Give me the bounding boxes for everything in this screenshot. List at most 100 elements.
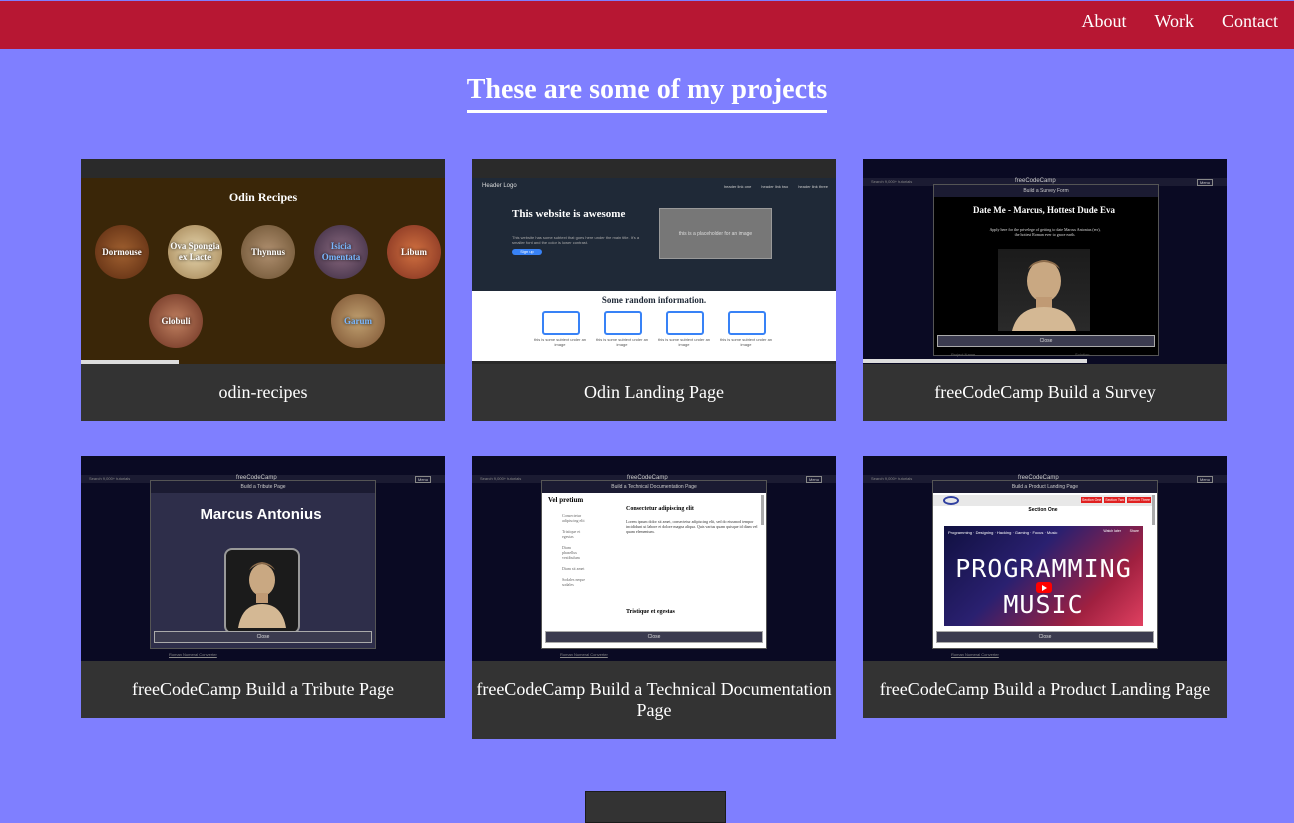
logo-icon bbox=[943, 496, 959, 505]
tribute-modal-title: Build a Tribute Page bbox=[151, 481, 375, 493]
landing-info-text: this is some subtext under an image bbox=[595, 337, 649, 347]
video-watch-later: Watch later bbox=[1103, 529, 1121, 533]
project-screenshot[interactable]: Search 9,000+ tutorials freeCodeCamp Men… bbox=[863, 159, 1227, 364]
project-card-fcc-tribute[interactable]: Search 9,000+ tutorials freeCodeCamp Men… bbox=[81, 456, 445, 718]
fcc-footer-link: Roman Numeral Converter bbox=[169, 652, 217, 657]
techdoc-nav-item: Tristique et egestas bbox=[562, 529, 581, 539]
tribute-modal: Build a Tribute Page Marcus Antonius Clo… bbox=[150, 480, 376, 649]
show-more-button[interactable] bbox=[585, 791, 726, 823]
techdoc-nav-item: Sodales neque sodales bbox=[562, 577, 585, 587]
fcc-footer-right: Solution bbox=[1075, 352, 1090, 357]
bust-illustration bbox=[1012, 260, 1076, 331]
project-screenshot[interactable]: Search 9,000+ tutorials freeCodeCamp Men… bbox=[81, 456, 445, 661]
project-screenshot[interactable]: Search 9,000+ tutorials freeCodeCamp Men… bbox=[863, 456, 1227, 661]
fcc-search: Search 9,000+ tutorials bbox=[871, 476, 913, 481]
play-triangle bbox=[1042, 585, 1047, 591]
landing-nav: header link one header link two header l… bbox=[724, 184, 828, 189]
landing-info: Some random information. this is some su… bbox=[472, 291, 836, 361]
recipe-globuli: Globuli bbox=[149, 294, 203, 348]
nav-work-link[interactable]: Work bbox=[1154, 11, 1194, 32]
nav-about-link[interactable]: About bbox=[1081, 11, 1126, 32]
bust-image bbox=[998, 249, 1090, 331]
scrollbar bbox=[1152, 495, 1155, 525]
bust-illustration bbox=[238, 562, 286, 628]
techdoc-nav: Consectetur adipiscing elit Tristique et… bbox=[562, 513, 586, 587]
landing-nav-link: header link one bbox=[723, 184, 752, 189]
project-screenshot[interactable]: Search 9,000+ tutorials freeCodeCamp Men… bbox=[472, 456, 836, 661]
project-title: freeCodeCamp Build a Survey bbox=[934, 382, 1156, 402]
techdoc-modal-title: Build a Technical Documentation Page bbox=[542, 481, 766, 493]
recipe-ova: Ova Spongia ex Lacte bbox=[168, 225, 222, 279]
product-video: Programming · Designing · Hacking · Gami… bbox=[944, 526, 1143, 626]
recipe-garum: Garum bbox=[331, 294, 385, 348]
techdoc-nav-item: Consectetur adipiscing elit bbox=[562, 513, 585, 523]
techdoc-nav-item: Diam sit amet bbox=[562, 566, 585, 571]
fcc-footer-link: Roman Numeral Converter bbox=[951, 652, 999, 657]
techdoc-paragraph: Lorem ipsum dolor sit amet, consectetur … bbox=[626, 519, 758, 534]
scrollbar bbox=[761, 495, 764, 525]
recipe-isicia: Isicia Omentata bbox=[314, 225, 368, 279]
landing-hero: Header Logo header link one header link … bbox=[472, 178, 836, 291]
fcc-menu-button: Menu bbox=[1196, 179, 1213, 186]
video-share: Share bbox=[1129, 529, 1139, 533]
project-card-fcc-survey[interactable]: Search 9,000+ tutorials freeCodeCamp Men… bbox=[863, 159, 1227, 421]
play-icon bbox=[1036, 582, 1052, 593]
fcc-search: Search 9,000+ tutorials bbox=[480, 476, 522, 481]
project-title: freeCodeCamp Build a Product Landing Pag… bbox=[879, 679, 1211, 699]
survey-close-button: Close bbox=[937, 335, 1155, 347]
nav-contact-link[interactable]: Contact bbox=[1222, 11, 1278, 32]
project-title: freeCodeCamp Build a Technical Documenta… bbox=[476, 679, 832, 720]
fcc-footer-left: Project Name bbox=[951, 352, 976, 357]
project-card-fcc-techdoc[interactable]: Search 9,000+ tutorials freeCodeCamp Men… bbox=[472, 456, 836, 739]
fcc-search: Search 9,000+ tutorials bbox=[871, 179, 913, 184]
fcc-menu-button: Menu bbox=[414, 476, 431, 483]
techdoc-section-title: Consectetur adipiscing elit bbox=[626, 506, 694, 512]
project-screenshot[interactable]: Odin Recipes Dormouse Ova Spongia ex Lac… bbox=[81, 159, 445, 364]
recipes-page: Odin Recipes Dormouse Ova Spongia ex Lac… bbox=[81, 178, 445, 364]
project-card-odin-landing[interactable]: Header Logo header link one header link … bbox=[472, 159, 836, 421]
project-card-odin-recipes[interactable]: Odin Recipes Dormouse Ova Spongia ex Lac… bbox=[81, 159, 445, 421]
landing-image-placeholder: this is a placeholder for an image bbox=[659, 208, 772, 259]
landing-logo: Header Logo bbox=[482, 183, 517, 189]
recipe-thynnus: Thynnus bbox=[241, 225, 295, 279]
project-title: odin-recipes bbox=[218, 382, 308, 402]
landing-info-box bbox=[604, 311, 642, 335]
recipe-dormouse: Dormouse bbox=[95, 225, 149, 279]
techdoc-modal: Build a Technical Documentation Page Vel… bbox=[541, 480, 767, 649]
landing-info-text: this is some subtext under an image bbox=[533, 337, 587, 347]
landing-info-box bbox=[542, 311, 580, 335]
landing-hero-text: This website has some subtext that goes … bbox=[512, 235, 640, 245]
landing-nav-link: header link three bbox=[798, 184, 828, 189]
survey-modal-title: Build a Survey Form bbox=[934, 185, 1158, 197]
tribute-heading: Marcus Antonius bbox=[200, 506, 322, 523]
landing-info-title: Some random information. bbox=[601, 295, 707, 305]
landing-signup-button: Sign up bbox=[512, 249, 542, 255]
survey-heading: Date Me - Marcus, Hottest Dude Eva bbox=[972, 205, 1116, 215]
fcc-footer-link: Roman Numeral Converter bbox=[560, 652, 608, 657]
fcc-search: Search 9,000+ tutorials bbox=[89, 476, 131, 481]
survey-modal: Build a Survey Form Date Me - Marcus, Ho… bbox=[933, 184, 1159, 356]
video-line-2: MUSIC bbox=[1003, 590, 1084, 619]
project-screenshot[interactable]: Header Logo header link one header link … bbox=[472, 159, 836, 364]
product-modal: Build a Product Landing Page Section One… bbox=[932, 480, 1158, 649]
landing-info-text: this is some subtext under an image bbox=[719, 337, 773, 347]
techdoc-nav-item: Diam phasellus vestibulum bbox=[562, 545, 580, 560]
scrollbar bbox=[863, 359, 1087, 363]
fcc-menu-button: Menu bbox=[805, 476, 822, 483]
landing-info-box bbox=[666, 311, 704, 335]
landing-nav-link: header link two bbox=[761, 184, 789, 189]
scrollbar bbox=[81, 360, 179, 364]
product-modal-title: Build a Product Landing Page bbox=[933, 481, 1157, 493]
survey-subtext: Apply here for the privelege of getting … bbox=[989, 227, 1101, 237]
product-tab: Section One bbox=[1080, 497, 1103, 503]
tribute-close-button: Close bbox=[154, 631, 372, 643]
recipes-title: Odin Recipes bbox=[228, 190, 298, 204]
project-title: freeCodeCamp Build a Tribute Page bbox=[132, 679, 394, 699]
video-line-1: PROGRAMMING bbox=[955, 554, 1132, 583]
tribute-image-frame bbox=[224, 548, 300, 634]
nav-links: About Work Contact bbox=[1081, 11, 1278, 32]
techdoc-section-title-2: Tristique et egestas bbox=[626, 609, 675, 615]
product-close-button: Close bbox=[936, 631, 1154, 643]
project-card-fcc-product[interactable]: Search 9,000+ tutorials freeCodeCamp Men… bbox=[863, 456, 1227, 718]
recipe-libum: Libum bbox=[387, 225, 441, 279]
